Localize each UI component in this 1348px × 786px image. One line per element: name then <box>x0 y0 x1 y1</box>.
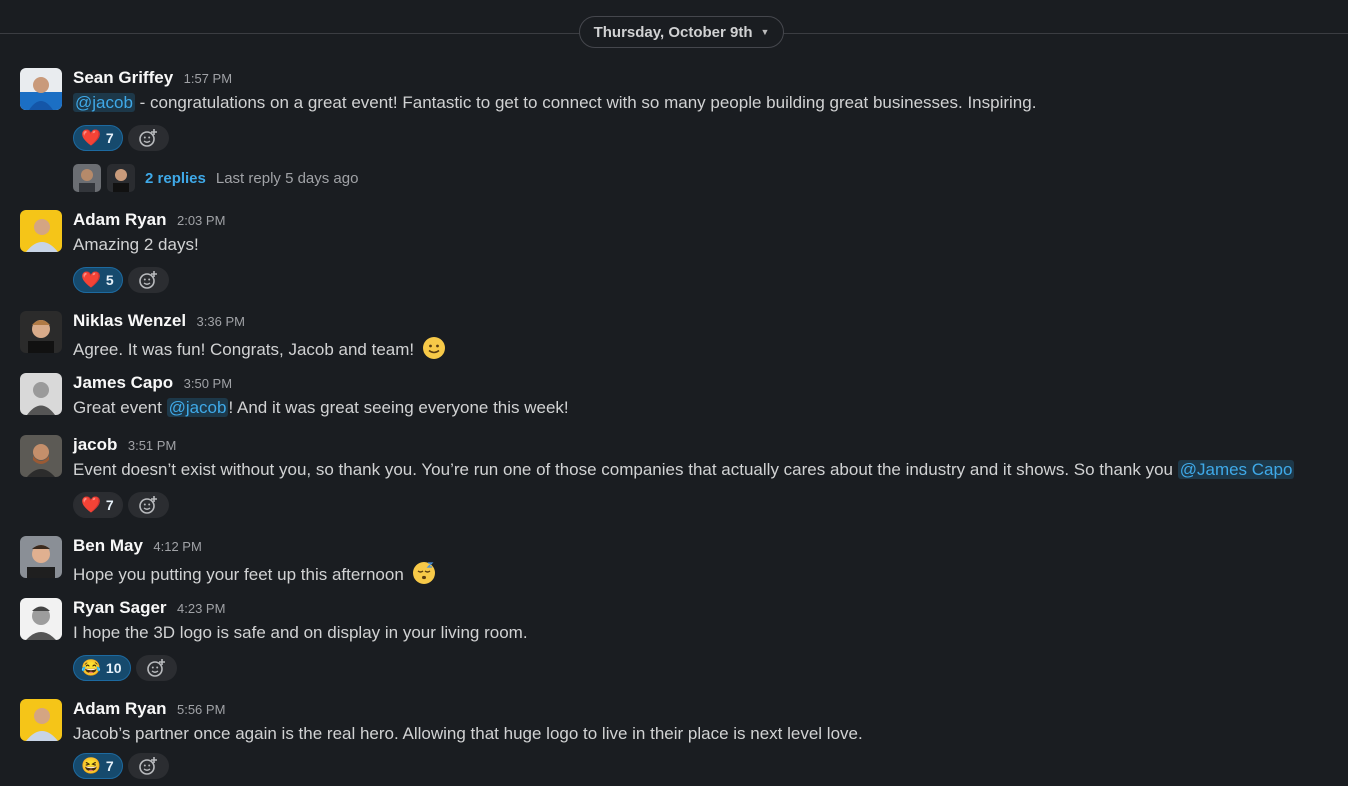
reaction-count: 7 <box>105 758 114 774</box>
message-text: Event doesn’t exist without you, so than… <box>73 460 1295 480</box>
message-text: I hope the 3D logo is safe and on displa… <box>73 623 528 642</box>
mention-link[interactable]: @jacob <box>73 93 135 112</box>
sleeping-face-icon <box>412 561 436 585</box>
mention-link[interactable]: @James Capo <box>1177 460 1295 479</box>
heart-icon: ❤️ <box>81 497 101 514</box>
add-emoji-icon <box>139 496 158 514</box>
reaction-count: 7 <box>105 130 114 146</box>
avatar[interactable] <box>20 311 62 353</box>
add-reaction-button[interactable] <box>127 492 169 518</box>
heart-icon: ❤️ <box>81 272 101 289</box>
chevron-down-icon: ▼ <box>760 27 770 37</box>
timestamp[interactable]: 1:57 PM <box>184 71 232 86</box>
last-reply-text: Last reply 5 days ago <box>215 169 359 187</box>
laughing-face-icon: 😆 <box>81 758 101 775</box>
thread-summary[interactable]: 2 replies Last reply 5 days ago <box>73 164 358 192</box>
replies-link[interactable]: 2 replies <box>145 170 206 187</box>
add-emoji-icon <box>139 271 158 289</box>
mention-link[interactable]: @jacob <box>166 398 229 417</box>
reaction-count: 5 <box>105 272 114 288</box>
message-text: Great event @jacob! And it was great see… <box>73 398 569 418</box>
add-emoji-icon <box>147 659 165 677</box>
avatar[interactable] <box>20 598 62 640</box>
avatar[interactable] <box>20 536 62 578</box>
add-reaction-button[interactable] <box>127 753 169 779</box>
date-label: Thursday, October 9th <box>593 23 753 41</box>
add-emoji-icon <box>139 757 158 775</box>
message-body: Agree. It was fun! Congrats, Jacob and t… <box>73 340 415 359</box>
timestamp[interactable]: 2:03 PM <box>177 213 225 228</box>
reaction-laughing[interactable]: 😆 7 <box>73 753 123 779</box>
slightly-smiling-face-icon <box>422 336 446 360</box>
timestamp[interactable]: 3:36 PM <box>197 314 245 329</box>
author-name[interactable]: Sean Griffey <box>73 68 173 87</box>
tears-of-joy-icon: 😂 <box>81 660 101 677</box>
message-text: Hope you putting your feet up this after… <box>73 561 436 585</box>
add-reaction-button[interactable] <box>127 267 169 293</box>
author-name[interactable]: Ryan Sager <box>73 598 167 617</box>
add-emoji-icon <box>139 129 158 147</box>
message-body: Hope you putting your feet up this after… <box>73 565 404 584</box>
author-name[interactable]: Niklas Wenzel <box>73 311 186 330</box>
avatar[interactable] <box>20 435 62 477</box>
date-divider-button[interactable]: Thursday, October 9th ▼ <box>579 16 784 48</box>
avatar[interactable] <box>20 699 62 741</box>
message-body: Event doesn’t exist without you, so than… <box>73 460 1178 479</box>
reply-avatar <box>107 164 135 192</box>
message-text: Agree. It was fun! Congrats, Jacob and t… <box>73 336 446 360</box>
author-name[interactable]: Adam Ryan <box>73 699 167 718</box>
avatar[interactable] <box>20 373 62 415</box>
author-name[interactable]: James Capo <box>73 373 173 392</box>
reaction-heart[interactable]: ❤️ 7 <box>73 492 123 518</box>
reaction-count: 10 <box>105 660 122 676</box>
author-name[interactable]: Adam Ryan <box>73 210 167 229</box>
timestamp[interactable]: 4:12 PM <box>153 539 201 554</box>
message-body: - congratulations on a great event! Fant… <box>134 93 1037 112</box>
timestamp[interactable]: 3:50 PM <box>184 376 232 391</box>
message-body: Great event <box>73 398 167 417</box>
message-text: Amazing 2 days! <box>73 235 199 254</box>
author-name[interactable]: Ben May <box>73 536 143 555</box>
avatar[interactable] <box>20 68 62 110</box>
heart-icon: ❤️ <box>81 130 101 147</box>
add-reaction-button[interactable] <box>135 655 177 681</box>
reply-avatar <box>73 164 101 192</box>
message-body: ! And it was great seeing everyone this … <box>228 398 569 417</box>
message-text: Jacob’s partner once again is the real h… <box>73 724 863 743</box>
reaction-joy[interactable]: 😂 10 <box>73 655 131 681</box>
reaction-heart[interactable]: ❤️ 5 <box>73 267 123 293</box>
reaction-heart[interactable]: ❤️ 7 <box>73 125 123 151</box>
add-reaction-button[interactable] <box>127 125 169 151</box>
reaction-count: 7 <box>105 497 114 513</box>
timestamp[interactable]: 3:51 PM <box>128 438 176 453</box>
timestamp[interactable]: 4:23 PM <box>177 601 225 616</box>
author-name[interactable]: jacob <box>73 435 117 454</box>
message-text: @jacob - congratulations on a great even… <box>73 93 1036 113</box>
avatar[interactable] <box>20 210 62 252</box>
timestamp[interactable]: 5:56 PM <box>177 702 225 717</box>
